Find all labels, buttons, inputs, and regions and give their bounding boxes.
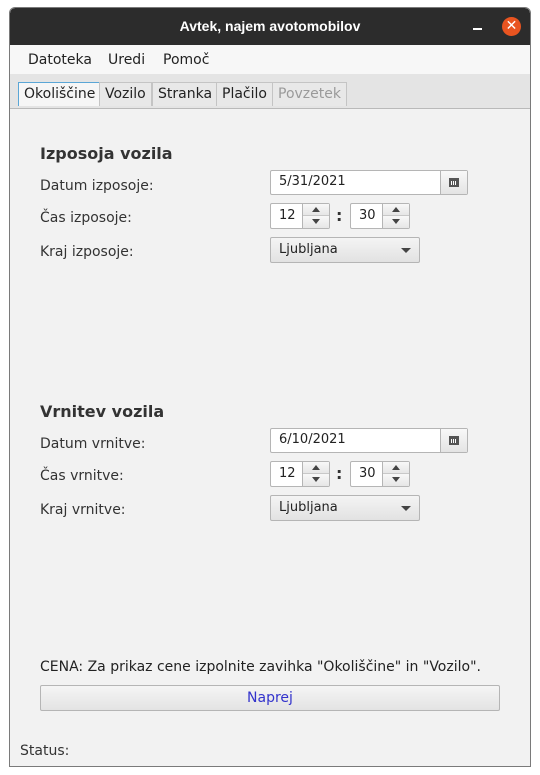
window-title: Avtek, najem avotomobilov — [179, 18, 361, 34]
tab-okoliscine[interactable]: Okoliščine — [18, 82, 102, 106]
rental-time-label: Čas izposoje: — [40, 210, 132, 226]
spin-up-arrow-icon[interactable] — [303, 204, 329, 216]
rental-date-picker[interactable]: 5/31/2021 — [270, 170, 468, 195]
tab-povzetek: Povzetek — [272, 82, 347, 106]
tab-placilo[interactable]: Plačilo — [216, 82, 273, 106]
chevron-down-icon[interactable] — [401, 248, 411, 253]
title-bar: Avtek, najem avotomobilov ✕ — [10, 8, 530, 45]
rental-hour-spin-buttons — [302, 204, 329, 228]
rental-minute-spinner[interactable]: 30 — [350, 203, 410, 229]
rental-date-value[interactable]: 5/31/2021 — [279, 174, 346, 189]
rental-date-label: Datum izposoje: — [40, 178, 154, 194]
tab-bar: Okoliščine Vozilo Stranka Plačilo Povzet… — [10, 74, 530, 109]
close-button[interactable]: ✕ — [502, 17, 521, 36]
calendar-icon — [449, 178, 459, 187]
status-label: Status: — [20, 743, 70, 759]
tab-stranka[interactable]: Stranka — [152, 82, 219, 106]
return-minute-value[interactable]: 30 — [359, 466, 376, 481]
price-info: CENA: Za prikaz cene izpolnite zavihka "… — [40, 659, 481, 675]
minimize-button[interactable] — [468, 16, 488, 36]
next-button[interactable]: Naprej — [40, 685, 500, 711]
return-date-picker[interactable]: 6/10/2021 — [270, 428, 468, 453]
spin-up-arrow-icon[interactable] — [383, 204, 409, 216]
time-separator: : — [336, 464, 343, 483]
return-place-dropdown[interactable]: Ljubljana — [270, 495, 420, 521]
return-section-title: Vrnitev vozila — [40, 402, 165, 421]
app-window: Avtek, najem avotomobilov ✕ Datoteka Ure… — [9, 7, 531, 767]
menu-item-pomoc[interactable]: Pomoč — [163, 52, 209, 68]
rental-section-title: Izposoja vozila — [40, 144, 173, 163]
rental-hour-value[interactable]: 12 — [279, 208, 296, 223]
rental-place-value[interactable]: Ljubljana — [279, 242, 338, 257]
rental-minute-spin-buttons — [382, 204, 409, 228]
return-place-label: Kraj vrnitve: — [40, 502, 126, 518]
spin-down-arrow-icon[interactable] — [303, 474, 329, 486]
return-hour-spinner[interactable]: 12 — [270, 461, 330, 487]
spin-down-arrow-icon[interactable] — [383, 474, 409, 486]
rental-place-dropdown[interactable]: Ljubljana — [270, 237, 420, 263]
time-separator: : — [336, 206, 343, 225]
return-calendar-button[interactable] — [440, 429, 467, 452]
return-minute-spin-buttons — [382, 462, 409, 486]
return-place-value[interactable]: Ljubljana — [279, 500, 338, 515]
return-date-value[interactable]: 6/10/2021 — [279, 432, 346, 447]
rental-place-label: Kraj izposoje: — [40, 244, 134, 260]
chevron-down-icon[interactable] — [401, 506, 411, 511]
return-time-label: Čas vrnitve: — [40, 468, 124, 484]
tab-vozilo[interactable]: Vozilo — [99, 82, 152, 106]
calendar-icon — [449, 436, 459, 445]
spin-down-arrow-icon[interactable] — [303, 216, 329, 228]
spin-down-arrow-icon[interactable] — [383, 216, 409, 228]
spin-up-arrow-icon[interactable] — [303, 462, 329, 474]
return-hour-value[interactable]: 12 — [279, 466, 296, 481]
spin-up-arrow-icon[interactable] — [383, 462, 409, 474]
return-hour-spin-buttons — [302, 462, 329, 486]
menu-item-datoteka[interactable]: Datoteka — [28, 52, 92, 68]
rental-minute-value[interactable]: 30 — [359, 208, 376, 223]
rental-hour-spinner[interactable]: 12 — [270, 203, 330, 229]
return-minute-spinner[interactable]: 30 — [350, 461, 410, 487]
rental-calendar-button[interactable] — [440, 171, 467, 194]
menu-bar: Datoteka Uredi Pomoč — [10, 45, 530, 75]
menu-item-uredi[interactable]: Uredi — [108, 52, 145, 68]
return-date-label: Datum vrnitve: — [40, 436, 146, 452]
